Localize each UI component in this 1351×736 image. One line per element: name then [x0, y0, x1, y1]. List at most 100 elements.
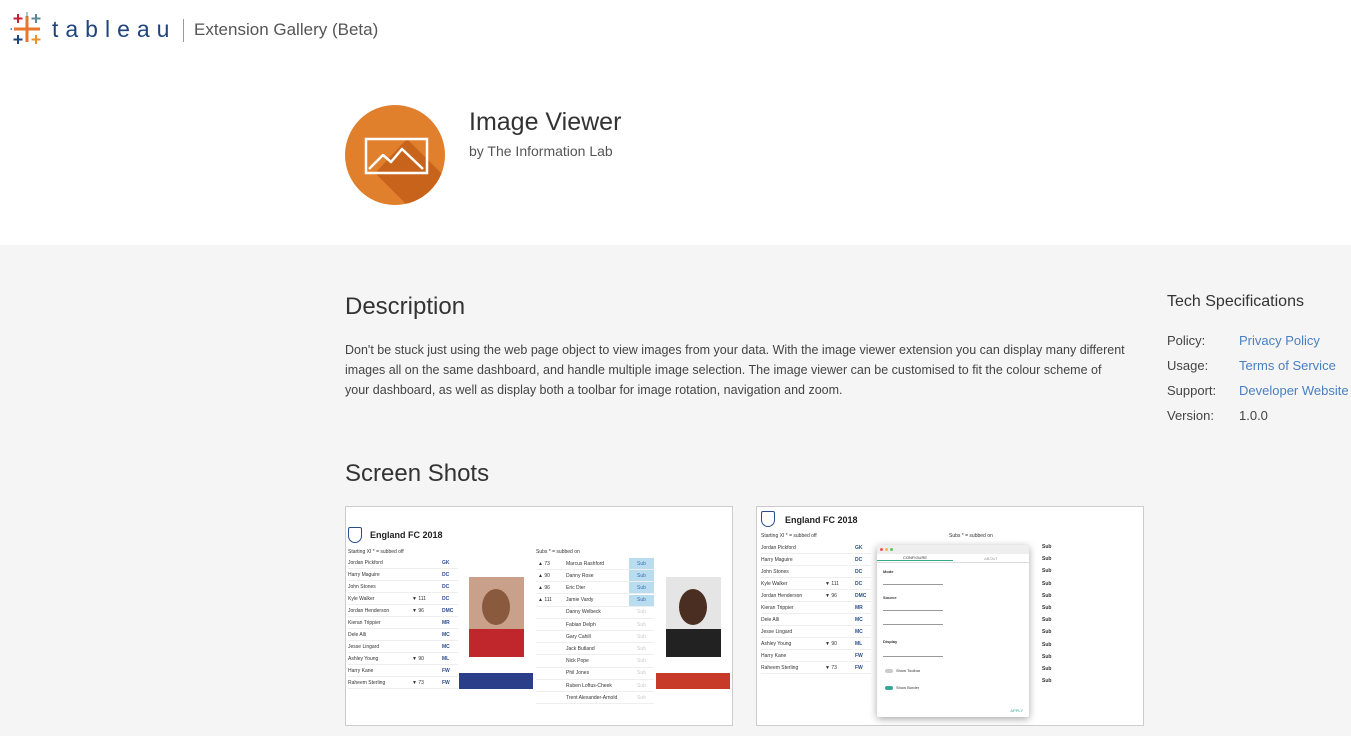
position-value: FW	[855, 652, 863, 659]
position-value: MR	[855, 604, 863, 611]
section-source: Source	[883, 595, 897, 600]
table-row: Gary Cahill Sub	[536, 631, 654, 644]
minimize-icon[interactable]	[885, 548, 888, 551]
player-name: Kieran Trippier	[761, 604, 794, 611]
sub-badge[interactable]: Sub	[629, 558, 654, 569]
position-value: GK	[855, 544, 863, 551]
player-name: Harry Maguire	[761, 556, 793, 563]
player-name: Marcus Rashford	[566, 560, 605, 567]
player-name: John Stones	[761, 568, 789, 575]
minute-value: ▲ 111	[538, 597, 552, 604]
table-row: ▲ 111 Jamie Vardy Sub	[536, 594, 654, 607]
toggle-icon[interactable]	[885, 668, 893, 673]
table-row: Ruben Loftus-Cheek Sub	[536, 680, 654, 692]
subs-label: Subs * = subbed on	[536, 549, 580, 555]
player-name: Fabian Delph	[566, 621, 596, 628]
table-row: John Stones DC	[761, 566, 871, 578]
image-strip	[656, 673, 730, 689]
sub-badge[interactable]: Sub	[629, 606, 654, 618]
dialog-titlebar	[877, 545, 1029, 554]
sub-badge[interactable]: Sub	[629, 594, 654, 606]
position-value: DC	[855, 568, 863, 575]
description-heading: Description	[345, 293, 466, 320]
player-name: Jordan Pickford	[761, 544, 796, 551]
terms-of-service-link[interactable]: Terms of Service	[1239, 358, 1336, 383]
player-name: Dele Alli	[761, 616, 780, 623]
extension-hero: Image Viewer by The Information Lab	[0, 60, 1351, 245]
maximize-icon[interactable]	[890, 548, 893, 551]
position-value: DMC	[442, 607, 454, 614]
tech-key: Usage:	[1167, 358, 1209, 373]
tab-about[interactable]: ABOUT	[953, 556, 1029, 561]
player-name: Dele Alli	[348, 631, 367, 638]
player-photo	[469, 577, 524, 657]
source-select[interactable]	[883, 605, 943, 611]
position-value: ML	[855, 640, 863, 647]
sub-badge[interactable]: Sub	[629, 631, 654, 643]
sub-badge[interactable]: Sub	[629, 680, 654, 691]
minute-value: ▼ 111	[412, 595, 426, 602]
tableau-cross-icon	[10, 12, 41, 44]
logo-wordmark: tableau	[52, 15, 177, 42]
table-row: Raheem Sterling ▼ 73 FW	[761, 662, 871, 674]
player-name: Harry Kane	[348, 667, 374, 674]
position-value: DC	[855, 580, 863, 587]
table-row: ▲ 96 Eric Dier Sub	[536, 582, 654, 595]
sub-badge[interactable]: Sub	[629, 619, 654, 630]
sub-badge[interactable]: Sub	[629, 582, 654, 594]
player-name: Danny Welbeck	[566, 609, 601, 616]
screenshot-title: England FC 2018	[785, 515, 858, 525]
player-name: Ashley Young	[761, 640, 792, 647]
screenshot-2[interactable]: England FC 2018 Starting XI * = subbed o…	[756, 506, 1144, 726]
player-name: Eric Dier	[566, 584, 586, 591]
sub-column: Sub Sub Sub Sub Sub Sub Sub Sub Sub Sub Sub Sub	[1042, 541, 1068, 691]
toolbar-toggle-row[interactable]: Show Toolbar	[885, 668, 920, 673]
border-toggle-row[interactable]: Show Border	[885, 685, 919, 690]
mode-select[interactable]	[883, 579, 943, 585]
minute-value: ▼ 90	[825, 640, 837, 647]
minute-value: ▼ 73	[412, 679, 424, 686]
tech-key: Support:	[1167, 383, 1217, 398]
position-value: MC	[855, 616, 863, 623]
sub-badge[interactable]: Sub	[629, 643, 654, 655]
position-value: DMC	[855, 592, 867, 599]
england-crest-icon	[761, 511, 775, 527]
tech-row-usage: Usage: Terms of Service	[1167, 358, 1351, 383]
toggle-icon[interactable]	[885, 685, 893, 690]
screenshot-1[interactable]: England FC 2018 Starting XI * = subbed o…	[345, 506, 733, 726]
display-select[interactable]	[883, 651, 943, 657]
position-value: MC	[855, 628, 863, 635]
tableau-logo[interactable]: tableau	[10, 12, 176, 46]
sub-badge[interactable]: Sub	[629, 655, 654, 667]
table-row: Raheem Sterling ▼ 73 FW	[348, 677, 458, 689]
table-row: Jordan Pickford GK	[348, 557, 458, 569]
position-value: MR	[442, 619, 450, 626]
apply-button[interactable]: APPLY	[1010, 708, 1023, 713]
developer-website-link[interactable]: Developer Website	[1239, 383, 1349, 408]
app-title: Extension Gallery (Beta)	[194, 20, 379, 39]
player-name: Phil Jones	[566, 670, 590, 677]
table-row: Kieran Trippier MR	[761, 602, 871, 614]
table-row: Kyle Walker ▼ 111 DC	[348, 593, 458, 605]
minute-value: ▼ 96	[412, 607, 424, 614]
dialog-tabs: CONFIGURE ABOUT	[877, 554, 1029, 563]
screenshot-title: England FC 2018	[370, 530, 443, 540]
tech-row-support: Support: Developer Website	[1167, 383, 1351, 408]
sub-column-text: Sub Sub Sub Sub Sub Sub Sub Sub Sub Sub Sub Sub	[1042, 544, 1052, 685]
toggle-label: Show Border	[896, 685, 920, 690]
close-icon[interactable]	[880, 548, 883, 551]
position-value: DC	[442, 583, 450, 590]
privacy-policy-link[interactable]: Privacy Policy	[1239, 333, 1320, 358]
position-value: DC	[442, 571, 450, 578]
position-value: FW	[442, 667, 450, 674]
config-dialog[interactable]: CONFIGURE ABOUT Mode Source Display Show…	[877, 545, 1029, 717]
top-bar: tableau Extension Gallery (Beta)	[0, 0, 1351, 60]
table-row: Trent Alexander-Arnold Sub	[536, 692, 654, 705]
sub-badge[interactable]: Sub	[629, 667, 654, 679]
sub-badge[interactable]: Sub	[629, 692, 654, 704]
image-url-select[interactable]	[883, 619, 943, 625]
sub-badge[interactable]: Sub	[629, 570, 654, 582]
table-row: Phil Jones Sub	[536, 667, 654, 680]
tab-configure[interactable]: CONFIGURE	[877, 555, 953, 561]
position-value: DC	[442, 595, 450, 602]
